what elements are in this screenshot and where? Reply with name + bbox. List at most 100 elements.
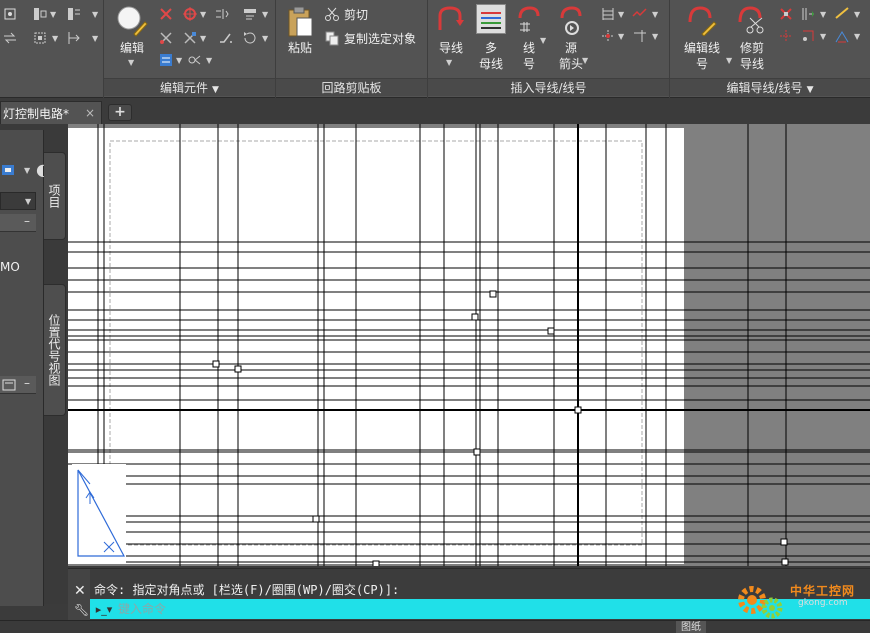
wire-button-label[interactable]: 导线	[430, 40, 472, 56]
wrench-icon[interactable]: 🔧︎	[74, 603, 89, 617]
grip-handle[interactable]	[234, 365, 242, 373]
copy-clip-button[interactable]: 复制选定对象	[324, 28, 416, 48]
flip-wire-number-icon[interactable]	[778, 28, 794, 44]
edit-wire-number-label-line2[interactable]: 号	[680, 56, 724, 72]
grip-handle[interactable]	[473, 448, 481, 456]
chevron-down-icon[interactable]: ▼	[92, 34, 98, 43]
chevron-down-icon[interactable]: ▼	[206, 56, 212, 65]
grip-handle[interactable]	[212, 360, 220, 368]
new-tab-button[interactable]: +	[108, 104, 132, 121]
horizontal-wires[interactable]	[68, 241, 870, 563]
retag-icon[interactable]	[182, 30, 198, 46]
chevron-down-icon[interactable]: ▼	[128, 58, 134, 67]
chevron-down-icon[interactable]: ▼	[820, 10, 826, 19]
source-arrow-icon[interactable]	[558, 4, 590, 36]
command-line-grip[interactable]: ✕ 🔧︎	[68, 569, 90, 621]
align-icon[interactable]	[66, 30, 82, 46]
chevron-down-icon[interactable]: ▼	[52, 34, 58, 43]
multi-bus-label-line1[interactable]: 多	[472, 40, 510, 56]
grip-handle[interactable]	[780, 538, 788, 546]
wire-number-leader-icon[interactable]	[800, 6, 816, 22]
chevron-down-icon[interactable]: ▼	[652, 10, 658, 19]
grip-handle[interactable]	[489, 290, 497, 298]
edit-wire-number-icon[interactable]	[686, 4, 718, 36]
source-arrow-label-line1[interactable]: 源	[556, 40, 586, 56]
project-select[interactable]: ▼	[0, 192, 36, 210]
fix-tag-icon[interactable]	[158, 52, 174, 68]
paste-button-label[interactable]: 粘贴	[278, 40, 322, 56]
chevron-down-icon[interactable]: ▼	[200, 34, 206, 43]
chevron-down-icon[interactable]: ▼	[820, 32, 826, 41]
project-vertical-tab[interactable]: 项目	[44, 152, 66, 240]
chevron-down-icon[interactable]: ▼	[262, 10, 268, 19]
rotate-icon[interactable]	[242, 30, 258, 46]
chevron-down-icon[interactable]: ▼	[176, 56, 182, 65]
wire-number-label-line2[interactable]: 号	[514, 56, 544, 72]
edit-button-label[interactable]: 编辑	[112, 40, 152, 56]
toggle-wire-number-icon[interactable]	[800, 28, 816, 44]
copy-catalog-icon[interactable]	[158, 30, 174, 46]
chevron-down-icon[interactable]: ▼	[618, 10, 624, 19]
project-tree-item[interactable]: MO	[0, 260, 20, 274]
wire-number-label-line1[interactable]: 线	[514, 40, 544, 56]
close-icon[interactable]: ×	[85, 106, 95, 120]
hide-attribute-icon[interactable]	[186, 52, 202, 68]
panel-title-edit-components[interactable]: 编辑元件 ▼	[104, 78, 275, 96]
junction-icon[interactable]	[600, 28, 616, 44]
grip-handle[interactable]	[547, 327, 555, 335]
chevron-down-icon[interactable]: ▼	[446, 58, 452, 67]
document-tab[interactable]: 灯控制电路* ×	[0, 101, 102, 124]
layout-tab[interactable]: 图纸	[676, 621, 706, 633]
location-view-vertical-tab[interactable]: 位置代号视图	[44, 284, 66, 416]
paste-icon[interactable]	[286, 6, 314, 38]
cross-wire-icon[interactable]	[632, 28, 648, 44]
collapse-icon[interactable]: –	[24, 376, 30, 390]
chevron-down-icon[interactable]: ▼	[854, 10, 860, 19]
wire-icon[interactable]	[436, 4, 466, 36]
grip-handle[interactable]	[372, 560, 380, 566]
cut-button[interactable]: 剪切	[324, 4, 368, 24]
trim-wire-label-line2[interactable]: 导线	[732, 56, 772, 72]
chevron-down-icon[interactable]: ▼	[24, 166, 30, 175]
chevron-down-icon[interactable]: ▼	[807, 85, 814, 95]
edit-wire-number-label-line1[interactable]: 编辑线	[680, 40, 724, 56]
swap-icon[interactable]	[2, 30, 18, 46]
swap-wire-number-icon[interactable]	[834, 6, 850, 22]
palette-section-header[interactable]: –	[0, 214, 36, 232]
delete-wire-number-icon[interactable]	[778, 6, 794, 22]
chevron-down-icon[interactable]: ▼	[618, 32, 624, 41]
move-component-icon[interactable]	[182, 6, 198, 22]
schematic-drawing[interactable]	[68, 124, 870, 566]
command-prompt-icon[interactable]: ▸_▾	[90, 599, 118, 619]
multi-bus-icon[interactable]	[476, 4, 506, 34]
vertical-wires[interactable]	[97, 124, 787, 566]
chevron-down-icon[interactable]: ▼	[50, 10, 56, 19]
grip-handle[interactable]	[781, 558, 789, 566]
drawing-canvas[interactable]	[68, 124, 870, 566]
terminal-icon[interactable]	[66, 6, 82, 22]
toggle-no-nc-icon[interactable]	[218, 30, 234, 46]
delete-component-icon[interactable]	[158, 6, 174, 22]
multi-bus-label-line2[interactable]: 母线	[472, 56, 510, 72]
source-arrow-label-line2[interactable]: 箭头	[556, 56, 586, 72]
wire-type-icon[interactable]	[632, 6, 648, 22]
chevron-down-icon[interactable]: ▼	[262, 34, 268, 43]
chevron-down-icon[interactable]: ▼	[92, 10, 98, 19]
insert-component-icon[interactable]	[32, 6, 48, 22]
details-section-header[interactable]: –	[0, 376, 36, 394]
trim-wire-label-line1[interactable]: 修剪	[732, 40, 772, 56]
trim-wire-icon[interactable]	[736, 4, 768, 36]
edit-component-icon[interactable]	[114, 4, 148, 38]
chevron-down-icon[interactable]: ▼	[200, 10, 206, 19]
chevron-down-icon[interactable]: ▼	[212, 85, 219, 95]
project-settings-icon[interactable]	[0, 162, 20, 178]
grip-handle[interactable]	[312, 515, 320, 523]
chevron-down-icon[interactable]: ▼	[652, 32, 658, 41]
panel-title-edit-wires[interactable]: 编辑导线/线号 ▼	[670, 78, 870, 96]
attribute-edit-icon[interactable]	[242, 6, 258, 22]
close-icon[interactable]: ✕	[74, 583, 86, 599]
collapse-icon[interactable]: –	[24, 214, 30, 228]
wire-number-icon[interactable]	[516, 4, 548, 36]
selection-grips[interactable]	[212, 290, 789, 566]
copy-component-icon[interactable]	[32, 30, 48, 46]
